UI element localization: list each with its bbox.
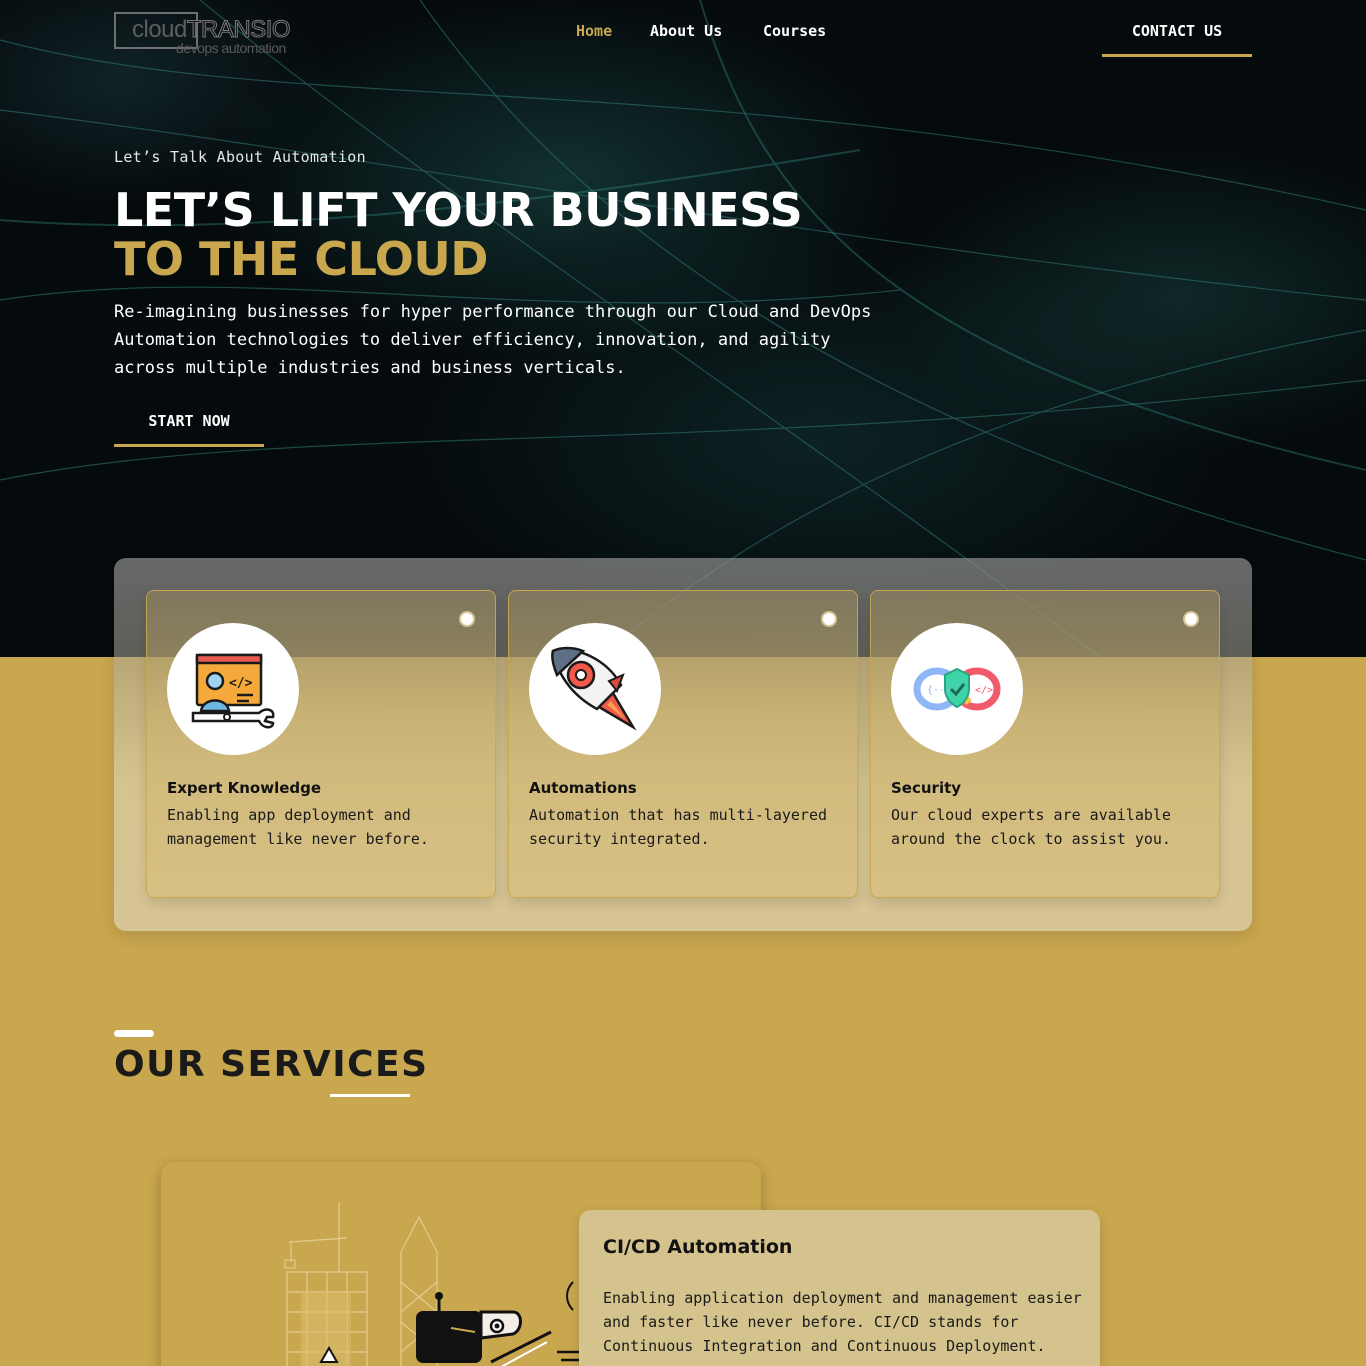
hero-headline: LET’S LIFT YOUR BUSINESS TO THE CLOUD: [114, 183, 803, 286]
feature-card-security[interactable]: {··} </> Security Our cloud experts are …: [870, 590, 1220, 898]
svg-text:</>: </>: [229, 676, 253, 691]
hero-headline-line1: LET’S LIFT YOUR BUSINESS: [114, 183, 803, 237]
card-dot-indicator: [459, 611, 475, 627]
feature-description: Enabling app deployment and management l…: [167, 806, 429, 848]
nav-about-us[interactable]: About Us: [650, 22, 722, 40]
feature-card-expert-knowledge[interactable]: </> Expert Knowledge Enabling app deploy…: [146, 590, 496, 898]
feature-card-automations[interactable]: Automations Automation that has multi-la…: [508, 590, 858, 898]
hero-headline-line2: TO THE CLOUD: [114, 232, 488, 286]
section-underline: [330, 1094, 410, 1097]
rocket-gear-icon: [551, 646, 637, 731]
hero-eyebrow: Let’s Talk About Automation: [114, 148, 366, 166]
devops-shield-icon: {··} </>: [913, 667, 1001, 711]
icon-badge: [529, 623, 661, 755]
nav-courses[interactable]: Courses: [763, 22, 826, 40]
contact-us-button[interactable]: CONTACT US: [1102, 22, 1252, 57]
feature-title: Security: [891, 779, 962, 797]
section-accent-bar: [114, 1030, 154, 1037]
svg-text:</>: </>: [975, 685, 993, 696]
svg-text:{··}: {··}: [927, 685, 951, 696]
feature-description: Automation that has multi-layered securi…: [529, 806, 828, 848]
hero-lead-text: Re-imagining businesses for hyper perfor…: [114, 302, 872, 378]
start-now-button[interactable]: START NOW: [114, 412, 264, 447]
service-title: CI/CD Automation: [603, 1236, 793, 1258]
brand-logo[interactable]: cloudTRANSIO devops automation: [114, 12, 314, 58]
feature-title: Automations: [529, 779, 637, 797]
developer-wrench-icon: </>: [191, 653, 275, 729]
icon-badge: {··} </>: [891, 623, 1023, 755]
icon-badge: </>: [167, 623, 299, 755]
card-dot-indicator: [821, 611, 837, 627]
feature-title: Expert Knowledge: [167, 779, 322, 797]
features-panel: </> Expert Knowledge Enabling app deploy…: [114, 558, 1252, 931]
card-dot-indicator: [1183, 611, 1199, 627]
service-card-cicd[interactable]: CI/CD Automation Enabling application de…: [579, 1210, 1100, 1366]
services-heading: OUR SERVICES: [114, 1044, 429, 1085]
service-description: Enabling application deployment and mana…: [603, 1289, 1082, 1355]
feature-description: Our cloud experts are available around t…: [891, 806, 1171, 848]
logo-tagline: devops automation: [176, 40, 286, 56]
nav-home[interactable]: Home: [576, 22, 612, 40]
